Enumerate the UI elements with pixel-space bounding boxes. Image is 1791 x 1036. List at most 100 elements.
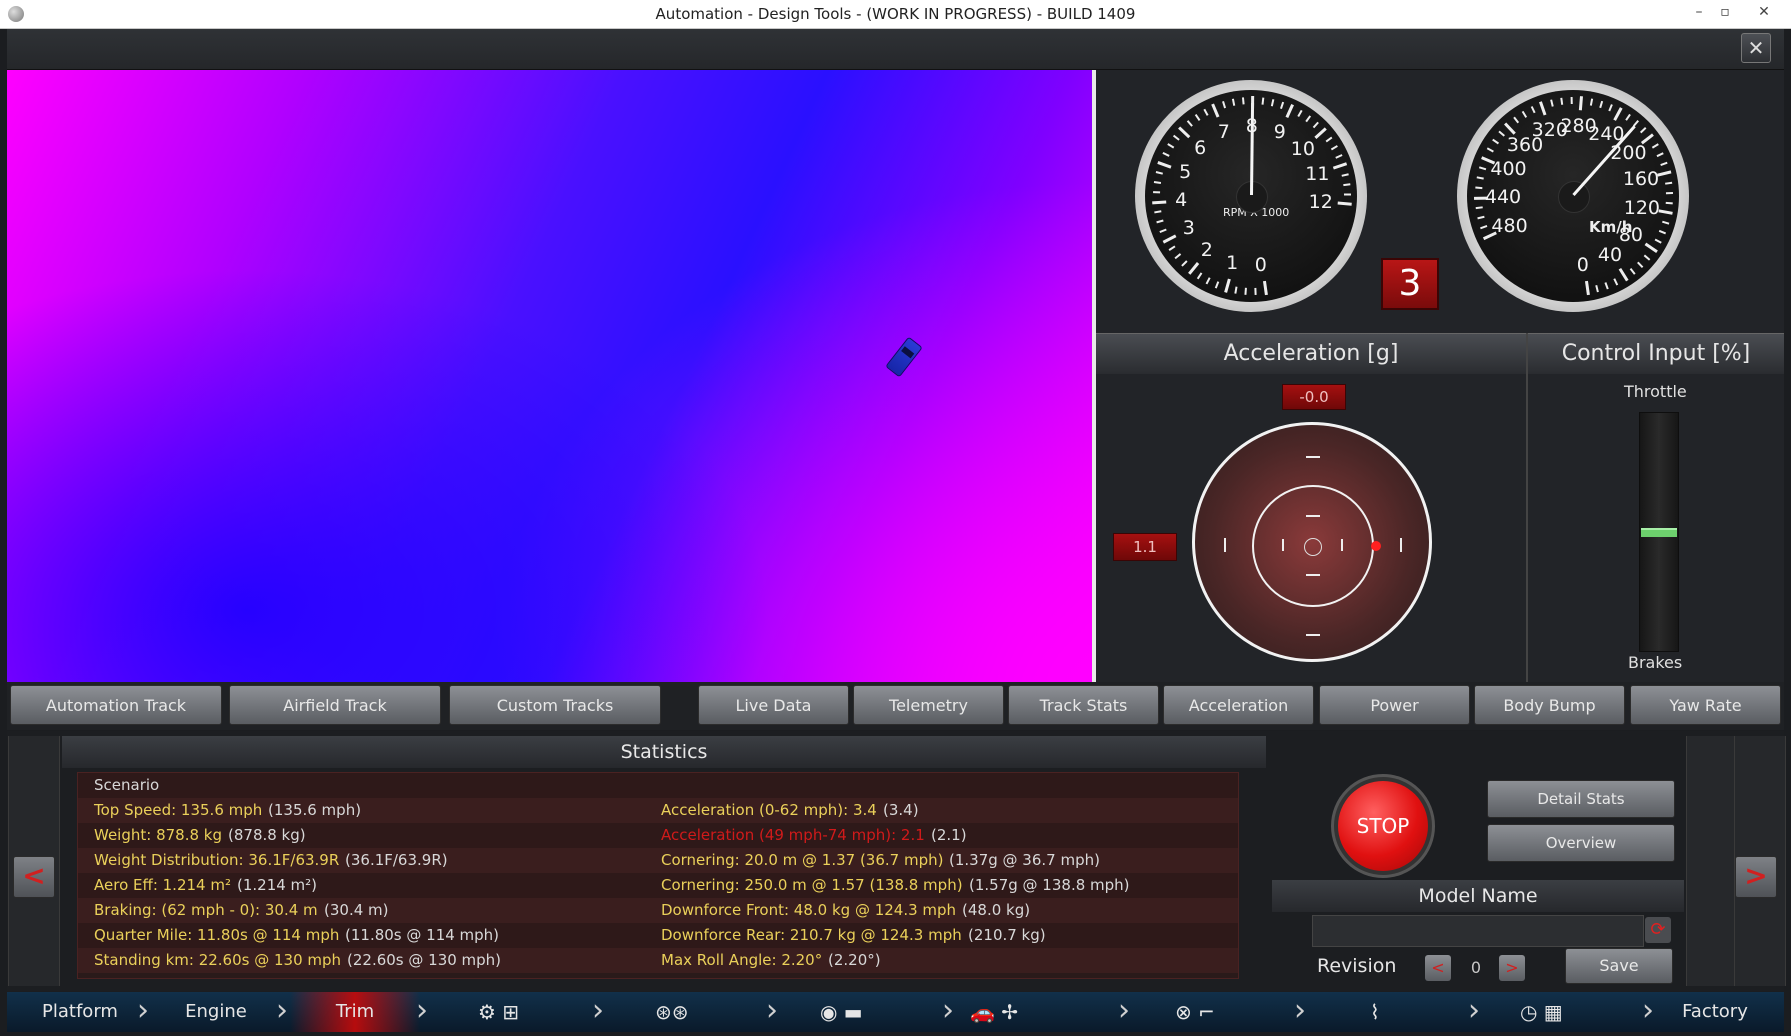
speed-tick (1589, 98, 1594, 106)
stop-button[interactable]: STOP (1338, 781, 1428, 871)
refresh-icon[interactable]: ⟳ (1645, 917, 1671, 943)
window-close-icon[interactable]: ✕ (1753, 2, 1775, 22)
speed-tick (1665, 181, 1673, 185)
g-mark-inner-top (1306, 515, 1320, 517)
stat-label: Cornering: 250.0 m @ 1.57 (138.8 mph) (661, 876, 963, 894)
rpm-tick (1222, 101, 1227, 109)
stats-row: Top Speed: 135.6 mph (135.6 mph) Accelerat… (78, 798, 1238, 823)
rpm-tick (1153, 181, 1162, 184)
rpm-tick (1162, 151, 1170, 157)
detail-stats-button[interactable]: Detail Stats (1487, 780, 1675, 818)
g-mark-top (1306, 456, 1320, 458)
rpm-tick (1155, 171, 1163, 175)
tab-yaw-rate[interactable]: Yaw Rate (1630, 685, 1781, 725)
speed-tick (1651, 143, 1659, 149)
tab-custom-tracks[interactable]: Custom Tracks (449, 685, 661, 725)
lateral-g-value: 1.1 (1113, 533, 1177, 561)
close-button[interactable]: ✕ (1741, 33, 1771, 63)
overview-button[interactable]: Overview (1487, 824, 1675, 862)
tab-track-stats[interactable]: Track Stats (1008, 685, 1159, 725)
suspension-icon[interactable]: ⌇ (1370, 1000, 1380, 1024)
stat-value: (11.80s @ 114 mph) (345, 926, 500, 944)
rpm-tick-label: 10 (1290, 138, 1315, 160)
speed-tick (1473, 196, 1489, 200)
rpm-tick (1156, 219, 1164, 224)
rpm-tick-label: 9 (1273, 121, 1286, 144)
body-icon[interactable]: ◉ ▬ (820, 1000, 863, 1024)
speed-tick (1608, 104, 1613, 112)
speed-tick (1550, 99, 1554, 107)
speed-tick-label: 40 (1597, 244, 1623, 267)
test-track-icon[interactable]: ◷ ▦ (1520, 1000, 1563, 1024)
tab-live-data[interactable]: Live Data (698, 685, 849, 725)
tab-airfield-track[interactable]: Airfield Track (229, 685, 441, 725)
stat-value: (878.8 kg) (228, 826, 306, 844)
save-button[interactable]: Save (1565, 948, 1673, 984)
tab-automation-track[interactable]: Automation Track (10, 685, 222, 725)
statistics-title: Statistics (62, 736, 1266, 768)
rpm-tick (1280, 101, 1285, 109)
rpm-tick (1332, 162, 1348, 170)
window-title: Automation - Design Tools - (WORK IN PRO… (655, 5, 1136, 23)
speed-tick (1513, 116, 1520, 124)
stats-row: Aero Eff: 1.214 m² (1.214 m²) Cornering: 2… (78, 873, 1238, 898)
speed-tick (1498, 130, 1505, 137)
chevron-right-icon: › (1642, 993, 1654, 1028)
rpm-tick (1261, 97, 1265, 105)
speed-tick (1480, 225, 1488, 230)
nav-factory[interactable]: Factory (1660, 992, 1770, 1032)
rpm-tick (1330, 145, 1338, 151)
rpm-tick (1152, 200, 1167, 205)
speed-tick (1639, 127, 1647, 134)
rpm-tick-label: 2 (1200, 239, 1213, 262)
next-page-button[interactable]: > (1735, 856, 1777, 898)
rpm-tick (1211, 103, 1220, 118)
interior-icon[interactable]: ⊗ ⌐ (1175, 1000, 1215, 1024)
rpm-tick (1205, 277, 1211, 285)
tab-acceleration[interactable]: Acceleration (1163, 685, 1314, 725)
rpm-tick (1167, 143, 1175, 149)
nav-trim[interactable]: Trim (290, 992, 420, 1032)
speed-tick (1656, 152, 1664, 158)
wheels-icon[interactable]: ⊛⊛ (655, 1000, 689, 1024)
rpm-tick (1196, 272, 1203, 280)
speed-tick (1660, 161, 1668, 167)
stat-value: (3.4) (883, 801, 919, 819)
prev-page-button[interactable]: < (13, 856, 55, 898)
gear-shift-icon[interactable]: ⚙ ⊞ (478, 1000, 519, 1024)
stat-label: Downforce Rear: 210.7 kg @ 124.3 mph (661, 926, 962, 944)
rpm-tick (1285, 104, 1294, 118)
rpm-tick-label: 12 (1308, 191, 1333, 214)
throttle-bar-level (1641, 528, 1677, 537)
acceleration-title: Acceleration [g] (1096, 333, 1526, 374)
rpm-tick-label: 1 (1226, 252, 1239, 275)
revision-label: Revision (1317, 955, 1397, 977)
rpm-tick (1159, 228, 1167, 233)
speed-gauge: Km/h 0 40 80 120 160 200 240 280 320 360 400 440 480 (1457, 80, 1689, 312)
speed-tick (1640, 133, 1654, 145)
g-mark-left (1224, 538, 1226, 552)
speed-tick (1604, 282, 1609, 290)
revision-increment-button[interactable]: > (1499, 955, 1525, 981)
car-fan-icon[interactable]: 🚗 ✢ (970, 1000, 1018, 1024)
tab-body-bump[interactable]: Body Bump (1474, 685, 1625, 725)
chevron-right-icon: › (592, 993, 604, 1028)
minimize-icon[interactable]: – (1688, 2, 1710, 22)
stat-value: (2.20°) (828, 951, 881, 969)
revision-decrement-button[interactable]: < (1425, 955, 1451, 981)
nav-platform[interactable]: Platform (20, 992, 140, 1032)
g-mark-inner-bottom (1306, 574, 1320, 576)
top-toolbar (7, 29, 1784, 70)
rpm-tick-label: 11 (1305, 162, 1330, 185)
rpm-tick (1337, 201, 1352, 206)
model-name-input[interactable] (1312, 915, 1644, 947)
tab-power[interactable]: Power (1319, 685, 1470, 725)
nav-engine[interactable]: Engine (160, 992, 272, 1032)
maximize-icon[interactable]: ▫ (1714, 2, 1736, 22)
track-viewport[interactable] (7, 70, 1092, 682)
rpm-tick (1314, 127, 1327, 140)
rpm-tick (1231, 98, 1236, 106)
speed-tick (1504, 122, 1516, 135)
speed-tick (1584, 280, 1590, 296)
tab-telemetry[interactable]: Telemetry (853, 685, 1004, 725)
